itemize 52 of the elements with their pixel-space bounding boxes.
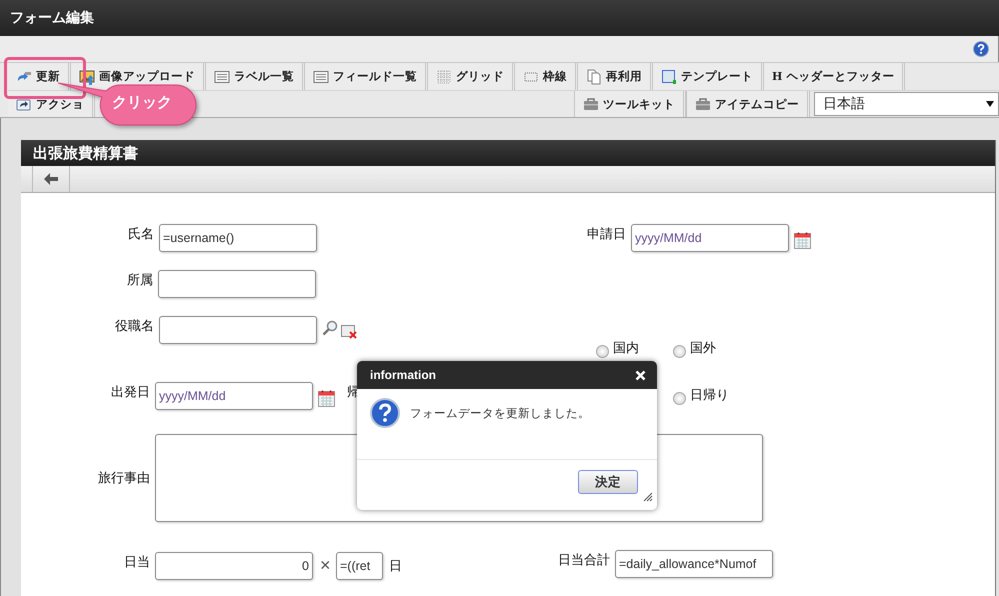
radio-button[interactable] bbox=[673, 392, 686, 405]
help-icon[interactable] bbox=[973, 41, 989, 57]
pages-icon bbox=[586, 68, 602, 84]
radio-button[interactable] bbox=[596, 345, 609, 358]
toolbar-tab[interactable]: アイテムコピー bbox=[686, 91, 810, 117]
form-title: 出張旅費精算書 bbox=[33, 144, 138, 162]
arrow-icon bbox=[44, 173, 58, 185]
toolbox-icon bbox=[583, 96, 599, 112]
input-field[interactable]: =username() bbox=[159, 224, 317, 252]
search-icon[interactable] bbox=[322, 320, 338, 336]
language-select[interactable]: 日本語 bbox=[814, 92, 999, 116]
input-field[interactable]: yyyy/MM/dd bbox=[155, 382, 313, 410]
toolbar-tab[interactable]: ツールキット bbox=[574, 91, 686, 117]
radio-label: 日帰り bbox=[690, 386, 729, 404]
field-label: 申請日 bbox=[587, 225, 626, 243]
radio-button[interactable] bbox=[673, 345, 686, 358]
radio-label: 国外 bbox=[690, 339, 716, 357]
calendar-icon[interactable] bbox=[318, 389, 335, 407]
calendar-icon[interactable] bbox=[794, 231, 811, 249]
multiply-sign: × bbox=[320, 555, 331, 576]
radio-label: 国内 bbox=[613, 339, 639, 357]
window-title: フォーム編集 bbox=[10, 9, 94, 27]
question-icon bbox=[370, 398, 400, 428]
callout-text: クリック bbox=[112, 93, 172, 112]
ok-button[interactable]: 決定 bbox=[578, 470, 638, 494]
field-label: 旅行事由 bbox=[98, 469, 150, 487]
field-label: 日当合計 bbox=[558, 551, 610, 569]
field-label: 役職名 bbox=[115, 317, 154, 335]
field-label: 出発日 bbox=[111, 383, 150, 401]
square-icon bbox=[661, 68, 677, 84]
input-field[interactable]: yyyy/MM/dd bbox=[631, 224, 789, 252]
field-label: 日当 bbox=[124, 553, 150, 571]
dialog-message: フォームデータを更新しました。 bbox=[410, 406, 590, 421]
toolbox-icon bbox=[695, 96, 711, 112]
input-field[interactable]: 0 bbox=[155, 552, 313, 580]
input-field[interactable]: =daily_allowance*Numof bbox=[615, 550, 773, 578]
field-label: 所属 bbox=[127, 271, 153, 289]
grid-icon bbox=[436, 68, 452, 84]
field-label: 氏名 bbox=[128, 225, 154, 243]
caret-icon[interactable] bbox=[986, 101, 994, 107]
list-icon bbox=[214, 68, 230, 84]
back-button[interactable] bbox=[32, 166, 70, 192]
close-icon[interactable] bbox=[635, 370, 646, 380]
list-icon bbox=[313, 68, 329, 84]
input-field[interactable]: =((ret bbox=[336, 552, 383, 580]
field-suffix: 日 bbox=[389, 557, 402, 575]
input-field[interactable] bbox=[158, 270, 316, 298]
clear-icon[interactable] bbox=[341, 324, 357, 339]
dialog-title: information bbox=[370, 368, 436, 382]
heading-letter: H bbox=[772, 70, 782, 83]
resize-grip-icon[interactable] bbox=[643, 492, 653, 502]
input-field[interactable] bbox=[159, 316, 317, 344]
